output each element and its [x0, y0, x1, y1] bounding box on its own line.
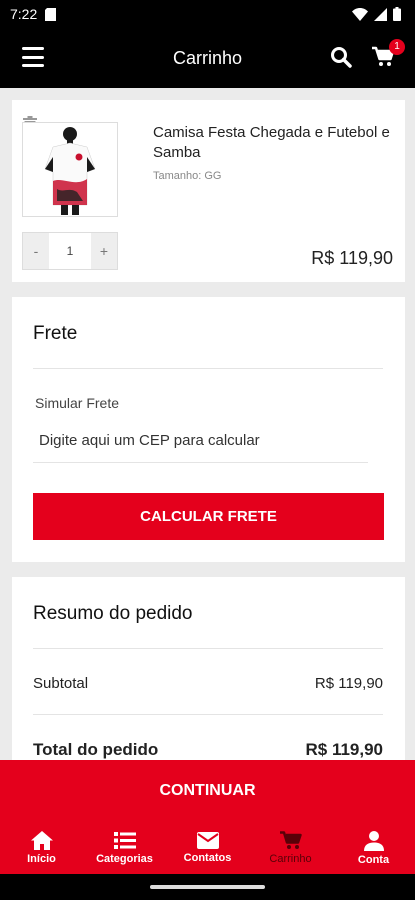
- envelope-icon: [196, 832, 219, 849]
- total-value: R$ 119,90: [305, 740, 383, 759]
- signal-icon: [374, 7, 387, 21]
- tab-carrinho[interactable]: Carrinho: [249, 822, 332, 874]
- tab-contatos[interactable]: Contatos: [166, 822, 249, 874]
- cart-item-card: Camisa Festa Chegada e Futebol e Samba T…: [12, 100, 405, 282]
- menu-icon[interactable]: [22, 47, 44, 67]
- product-price: R$ 119,90: [311, 248, 393, 268]
- divider: [33, 648, 383, 649]
- quantity-value[interactable]: 1: [49, 233, 91, 269]
- tab-label: Início: [27, 853, 56, 865]
- decrement-button[interactable]: -: [23, 233, 49, 269]
- tab-label: Categorias: [96, 853, 153, 865]
- tab-label: Contatos: [183, 852, 232, 864]
- bottom-tab-bar: Início Categorias Contatos Carrinho Cont…: [0, 822, 415, 874]
- shipping-card: Frete Simular Frete CALCULAR FRETE: [12, 297, 405, 562]
- subtotal-label: Subtotal: [33, 675, 89, 692]
- cart-icon: [279, 831, 302, 849]
- product-name[interactable]: Camisa Festa Chegada e Futebol e Samba: [153, 123, 398, 163]
- increment-button[interactable]: +: [91, 233, 117, 269]
- wifi-icon: [352, 7, 368, 21]
- product-image[interactable]: [22, 122, 118, 217]
- cart-count-badge: 1: [389, 39, 405, 55]
- zip-code-input[interactable]: [33, 419, 368, 463]
- home-icon: [30, 831, 53, 850]
- tab-conta[interactable]: Conta: [332, 822, 415, 874]
- list-icon: [113, 832, 136, 849]
- zip-field-label: Simular Frete: [35, 395, 120, 411]
- tab-label: Carrinho: [269, 853, 312, 865]
- subtotal-value: R$ 119,90: [314, 675, 383, 692]
- divider: [33, 714, 383, 715]
- continue-button[interactable]: CONTINUAR: [0, 760, 415, 822]
- user-icon: [363, 830, 384, 851]
- tab-categorias[interactable]: Categorias: [83, 822, 166, 874]
- app-header: Carrinho 1: [0, 28, 415, 88]
- order-summary-card: Resumo do pedido Subtotal R$ 119,90 Tota…: [12, 577, 405, 762]
- quantity-stepper: - 1 +: [22, 232, 118, 270]
- summary-title: Resumo do pedido: [33, 603, 193, 624]
- page-title: Carrinho: [172, 47, 243, 68]
- total-label: Total do pedido: [33, 740, 159, 759]
- calculate-shipping-button[interactable]: CALCULAR FRETE: [33, 493, 384, 540]
- shipping-title: Frete: [33, 323, 78, 344]
- divider: [33, 368, 383, 369]
- product-size: Tamanho: GG: [153, 170, 222, 182]
- search-icon[interactable]: [330, 46, 352, 68]
- tab-label: Conta: [357, 853, 390, 866]
- system-nav-bar: [0, 874, 415, 900]
- status-bar: 7:22: [0, 0, 415, 28]
- home-gesture-handle[interactable]: [150, 885, 265, 889]
- tab-inicio[interactable]: Início: [0, 822, 83, 874]
- status-time: 7:22: [10, 6, 38, 22]
- battery-icon: [393, 7, 401, 21]
- sd-card-icon: [45, 7, 57, 21]
